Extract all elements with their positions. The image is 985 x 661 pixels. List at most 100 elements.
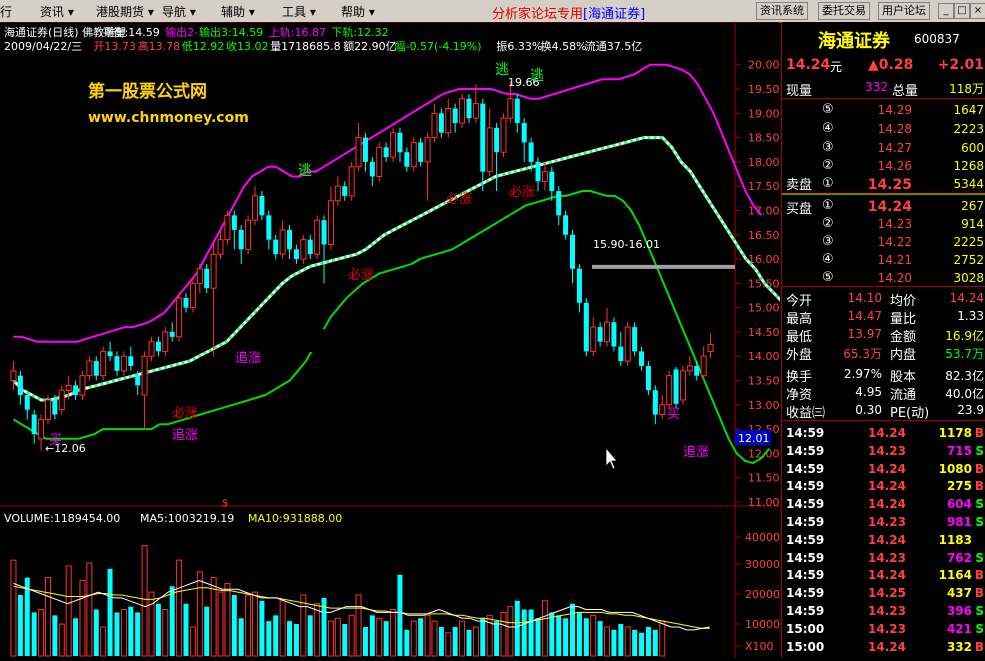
sell-level-num: ⑤ (822, 102, 834, 117)
buy-level-num: ① (822, 198, 834, 213)
volume-bar (204, 606, 210, 656)
tick-side: S (975, 550, 984, 565)
candle-body (321, 220, 327, 245)
current-price-tag: 12.01 (738, 432, 770, 445)
candle-body (645, 365, 651, 391)
price-tick-label: 13.00 (748, 399, 780, 412)
tick-price: 14.23 (868, 515, 906, 529)
volume-bar (397, 574, 403, 656)
candle-body (141, 355, 148, 396)
stat-label: 金额 (890, 330, 917, 345)
menu-item-5[interactable]: 工具 ▾ (282, 3, 316, 20)
candle-body (438, 113, 444, 133)
menu-item-3[interactable]: 导航 ▾ (162, 3, 196, 20)
tick-volume: 421 (946, 621, 972, 636)
candle-body (535, 161, 541, 182)
stat-value: 65.3万 (843, 347, 882, 361)
menu-item-6[interactable]: 帮助 ▾ (341, 3, 375, 20)
stat-value: 13.97 (847, 327, 882, 341)
candle-body (500, 117, 507, 153)
stat-value: 53.7万 (945, 347, 984, 361)
tick-side: B (974, 568, 984, 583)
panel-separator (782, 286, 985, 287)
volume-bar (390, 609, 397, 657)
stat-value: 4.95 (855, 385, 882, 399)
tick-side: S (975, 621, 984, 636)
candle-body (549, 171, 555, 192)
tick-time: 14:59 (786, 461, 825, 476)
chart-area: 20.00 19.50 19.00 18.50 18.00 17.50 17.00 16.50… (0, 21, 821, 658)
volume-bar (590, 614, 597, 657)
buy-price: 14.24 (867, 199, 912, 215)
price-chart: 20.00 19.50 19.00 18.50 18.00 17.50 17.00 16.50… (0, 21, 821, 658)
candle-body (452, 108, 458, 124)
price-unit: 元 (830, 60, 843, 74)
volume-bar (576, 612, 582, 656)
bar-high: 高13.78 (138, 39, 181, 53)
menu-item-0[interactable]: 行 (0, 3, 12, 20)
candle-body (507, 98, 514, 119)
volume-bar (563, 618, 569, 656)
candle-body (445, 107, 452, 134)
bar-amount: 额22.90亿 (343, 40, 397, 53)
price-tick-label: 17.50 (748, 180, 780, 193)
candle-body (486, 127, 493, 173)
bar-change: 幅-0.57(-4.19%) (395, 40, 482, 53)
candle-body (293, 249, 299, 260)
menu-item-4[interactable]: 辅助 ▾ (221, 3, 255, 20)
candle-body (659, 404, 666, 416)
volume-header: VOLUME:1189454.00 (4, 512, 120, 525)
candle-body (314, 219, 321, 255)
menu-button-0[interactable]: 资讯系统 (756, 2, 808, 20)
price-tick-label: 18.00 (748, 156, 780, 169)
price-tick-label: 14.00 (748, 350, 780, 363)
menu-bar: 行 资讯 ▾ 港股期货 ▾ 导航 ▾ 辅助 ▾ 工具 ▾ 帮助 ▾ 分析家论坛专用[海通证券]… (0, 0, 985, 23)
menu-button-1[interactable]: 委托交易 (818, 2, 870, 20)
buy-volume: 2752 (953, 253, 984, 267)
volume-bar (31, 612, 37, 656)
tick-volume: 396 (946, 604, 972, 618)
volume-bar (141, 545, 148, 657)
tick-price: 14.25 (868, 586, 906, 601)
split-marker: $ (222, 498, 228, 509)
candle-body (673, 369, 679, 404)
volume-bar (652, 629, 658, 656)
volume-bar (445, 632, 452, 657)
candle-body (279, 229, 286, 255)
tick-side: B (974, 639, 984, 654)
menu-item-2[interactable]: 港股期货 ▾ (96, 3, 154, 20)
stat-label: 今开 (786, 294, 813, 309)
tick-price: 14.24 (868, 568, 906, 583)
tick-side: B (974, 461, 984, 476)
vol-ma10-header: MA10:931888.00 (248, 512, 342, 525)
chart-annotation: 追涨 (172, 427, 198, 443)
chart-annotation: 必涨 (348, 268, 374, 283)
price-tick-label: 18.50 (748, 132, 780, 145)
candle-body (342, 186, 348, 196)
volume-bar (273, 615, 279, 656)
candle-body (334, 185, 341, 202)
lower-band-value: 下轨:12.32 (331, 25, 388, 39)
chart-annotation: 追涨 (235, 350, 261, 366)
chart-annotation: 逃 (530, 68, 544, 84)
stock-name: 海通证券 (818, 31, 890, 52)
sell-volume: 5344 (953, 177, 984, 191)
sell-label: 卖盘 (786, 178, 813, 193)
price-tick-label: 19.00 (748, 107, 780, 120)
menu-button-2[interactable]: 用户论坛 (878, 2, 930, 20)
volume-bar (639, 632, 645, 656)
redacted-box (256, 329, 537, 352)
restore-icon[interactable]: □ (954, 3, 970, 19)
minimize-icon[interactable]: _ (938, 3, 954, 19)
close-icon[interactable]: × (970, 3, 985, 19)
candle-body (466, 98, 472, 119)
tick-volume: 437 (946, 586, 972, 601)
menu-item-1[interactable]: 资讯 ▾ (40, 3, 74, 20)
volume-bar (431, 620, 438, 657)
volume-bar (583, 618, 589, 656)
tick-volume: 981 (946, 515, 972, 529)
stat-value: 82.3亿 (945, 369, 984, 383)
bar-low: 低12.92 (182, 40, 225, 53)
tick-price: 14.24 (868, 426, 906, 440)
candle-body (259, 195, 265, 216)
